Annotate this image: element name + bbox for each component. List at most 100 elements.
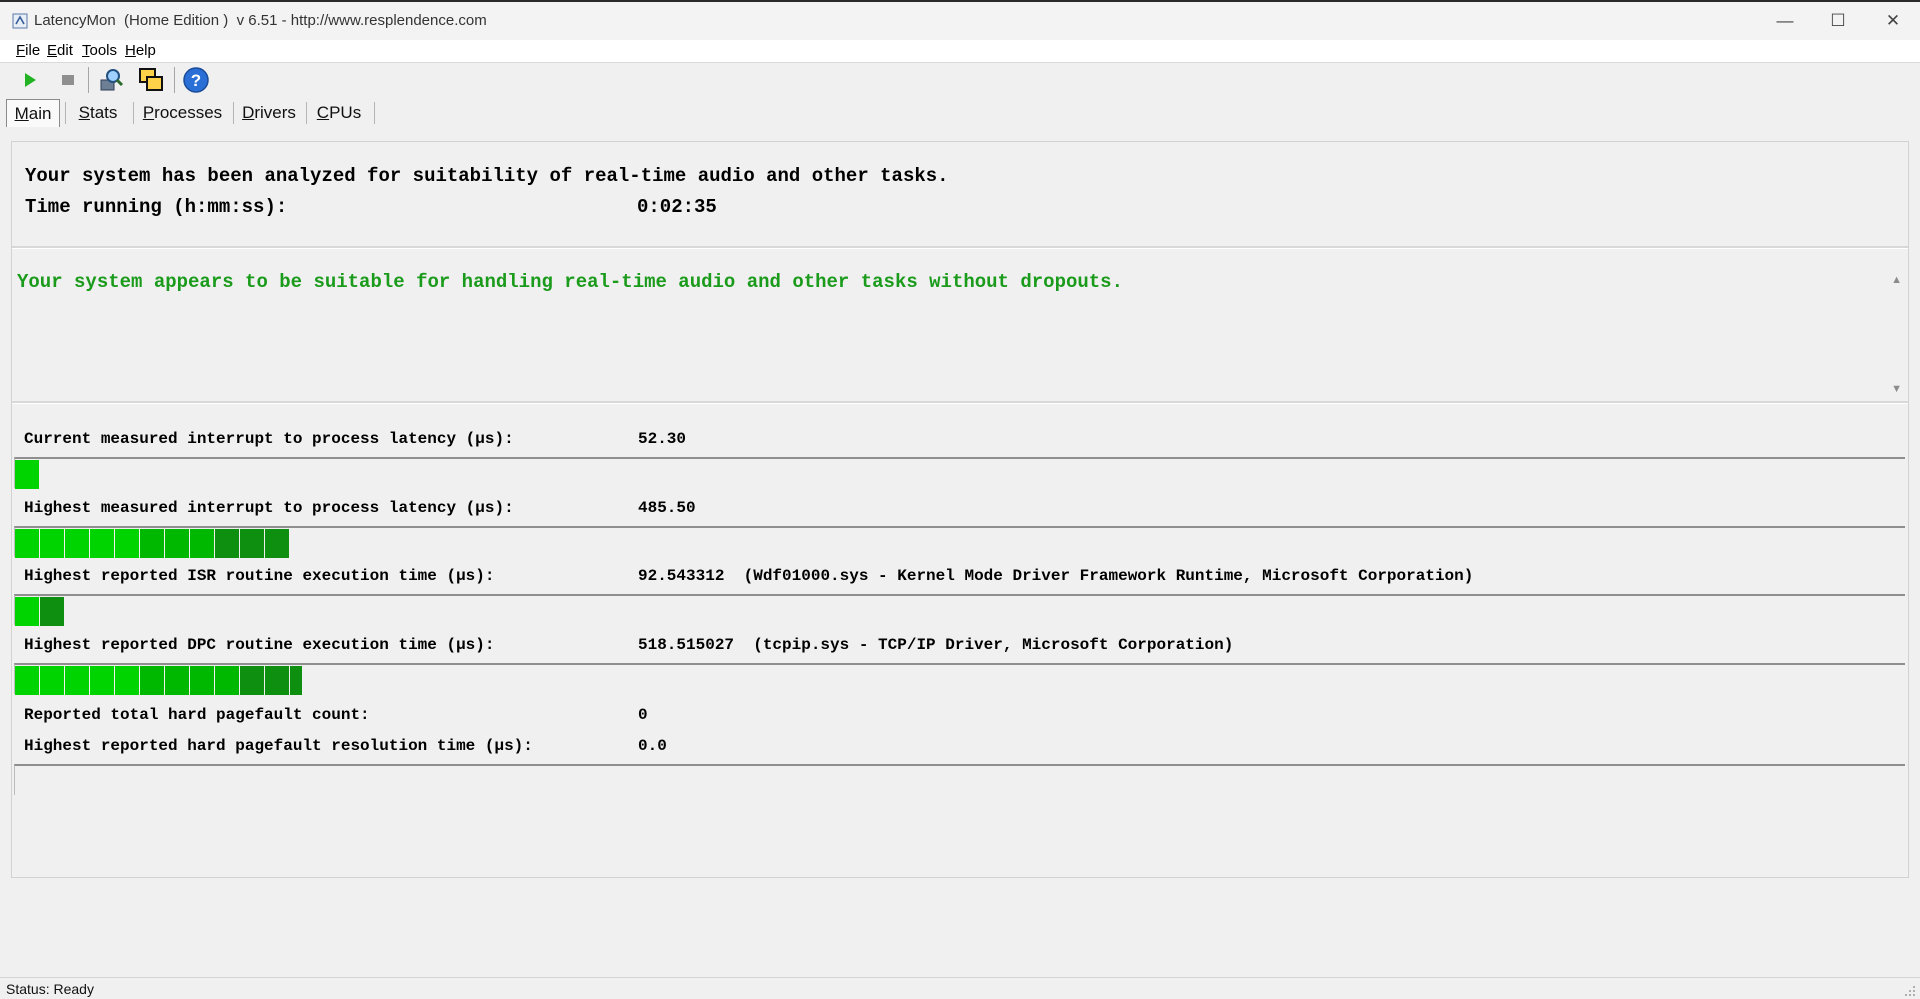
bar-segment [165, 529, 189, 558]
stop-button[interactable] [54, 66, 82, 94]
time-running-value: 0:02:35 [637, 196, 717, 218]
bar-segment [190, 529, 214, 558]
tab-drivers[interactable]: Drivers [240, 99, 298, 127]
menu-help[interactable]: Help [125, 42, 156, 59]
bar-segment [140, 666, 164, 695]
tab-main[interactable]: Main [6, 99, 60, 127]
tab-strip: Main Stats Processes Drivers C PUs [0, 99, 1920, 129]
bar-segment [115, 666, 139, 695]
section-divider [12, 246, 1908, 249]
highest-latency-value: 485.50 [638, 499, 696, 517]
bar-segment [215, 666, 239, 695]
bar-segment [90, 666, 114, 695]
isr-driver-detail: (Wdf01000.sys - Kernel Mode Driver Frame… [743, 567, 1474, 585]
tab-separator [65, 102, 66, 124]
title-bar: LatencyMon (Home Edition ) v 6.51 - http… [0, 0, 1920, 40]
bar-segment [265, 666, 289, 695]
pagefault-time-label: Highest reported hard pagefault resoluti… [24, 737, 533, 755]
bar-segment [40, 597, 64, 626]
bar-segment [165, 666, 189, 695]
toolbar: ? [0, 63, 1920, 99]
app-icon [12, 13, 28, 29]
bar-segment [240, 529, 264, 558]
close-button[interactable]: ✕ [1866, 2, 1920, 40]
toolbar-separator [88, 67, 89, 93]
bar-fill [15, 460, 40, 489]
minimize-button[interactable]: — [1758, 2, 1812, 40]
dpc-time-label: Highest reported DPC routine execution t… [24, 636, 495, 654]
verdict-scrollbar[interactable]: ▲ ▼ [1886, 254, 1908, 401]
bar-fill [15, 529, 290, 558]
bar-segment [215, 529, 239, 558]
help-icon: ? [183, 67, 209, 93]
minimize-icon: — [1776, 11, 1794, 30]
isr-time-bar [14, 594, 1905, 626]
tab-separator [233, 102, 234, 124]
tab-separator [306, 102, 307, 124]
copy-windows-icon [139, 68, 163, 91]
copy-button[interactable] [137, 66, 165, 94]
menu-edit[interactable]: Edit [47, 42, 73, 59]
dpc-time-value: 518.515027 (tcpip.sys - TCP/IP Driver, M… [638, 636, 1234, 654]
bar-segment [15, 666, 39, 695]
scroll-up-icon[interactable]: ▲ [1891, 274, 1902, 286]
settings-button[interactable] [97, 66, 125, 94]
bar-segment [15, 529, 39, 558]
bar-segment [65, 666, 89, 695]
svg-text:?: ? [191, 71, 201, 90]
close-icon: ✕ [1885, 11, 1901, 30]
tab-separator [133, 102, 134, 124]
current-latency-bar [14, 457, 1905, 489]
verdict-text: Your system appears to be suitable for h… [17, 271, 1123, 293]
current-latency-label: Current measured interrupt to process la… [24, 430, 514, 448]
play-icon [25, 73, 36, 87]
tools-magnifier-icon [100, 69, 124, 91]
dpc-time-bar [14, 663, 1905, 695]
bar-fill [15, 666, 303, 695]
isr-time-value: 92.543312 (Wdf01000.sys - Kernel Mode Dr… [638, 567, 1474, 585]
bar-segment [15, 597, 39, 626]
pagefault-count-value: 0 [638, 706, 648, 724]
menu-bar: File Edit Tools Help [0, 40, 1920, 63]
bar-segment [190, 666, 214, 695]
bar-segment [15, 460, 39, 489]
pagefault-time-bar [14, 764, 1905, 795]
maximize-button[interactable]: ☐ [1811, 2, 1865, 40]
bar-segment [265, 529, 289, 558]
resize-grip-icon[interactable] [1904, 985, 1916, 997]
tab-processes[interactable]: Processes [140, 99, 225, 127]
isr-time-label: Highest reported ISR routine execution t… [24, 567, 495, 585]
status-text: Status: Ready [6, 981, 94, 997]
scroll-down-icon[interactable]: ▼ [1891, 383, 1902, 395]
time-running-label: Time running (h:mm:ss): [25, 196, 288, 218]
section-divider [12, 401, 1908, 404]
highest-latency-label: Highest measured interrupt to process la… [24, 499, 514, 517]
bar-segment [290, 666, 302, 695]
tab-cpus[interactable]: C PUs [313, 99, 365, 127]
maximize-icon: ☐ [1830, 11, 1846, 30]
bar-segment [65, 529, 89, 558]
status-bar: Status: Ready [0, 977, 1920, 999]
stop-icon [62, 75, 74, 85]
tab-stats[interactable]: Stats [70, 99, 126, 127]
pagefault-count-label: Reported total hard pagefault count: [24, 706, 370, 724]
verdict-box: Your system appears to be suitable for h… [12, 254, 1908, 401]
bar-fill [15, 597, 65, 626]
menu-file[interactable]: File [16, 42, 40, 59]
bar-segment [115, 529, 139, 558]
pagefault-time-value: 0.0 [638, 737, 667, 755]
help-button[interactable]: ? [182, 66, 210, 94]
bar-segment [140, 529, 164, 558]
highest-latency-bar [14, 526, 1905, 558]
dpc-driver-detail: (tcpip.sys - TCP/IP Driver, Microsoft Co… [753, 636, 1234, 654]
tab-separator [374, 102, 375, 124]
menu-tools[interactable]: Tools [82, 42, 117, 59]
current-latency-value: 52.30 [638, 430, 687, 448]
bar-segment [40, 529, 64, 558]
analysis-summary: Your system has been analyzed for suitab… [25, 165, 949, 187]
bar-segment [240, 666, 264, 695]
toolbar-separator [174, 67, 175, 93]
bar-segment [40, 666, 64, 695]
window-title: LatencyMon (Home Edition ) v 6.51 - http… [34, 12, 487, 29]
start-button[interactable] [16, 66, 44, 94]
